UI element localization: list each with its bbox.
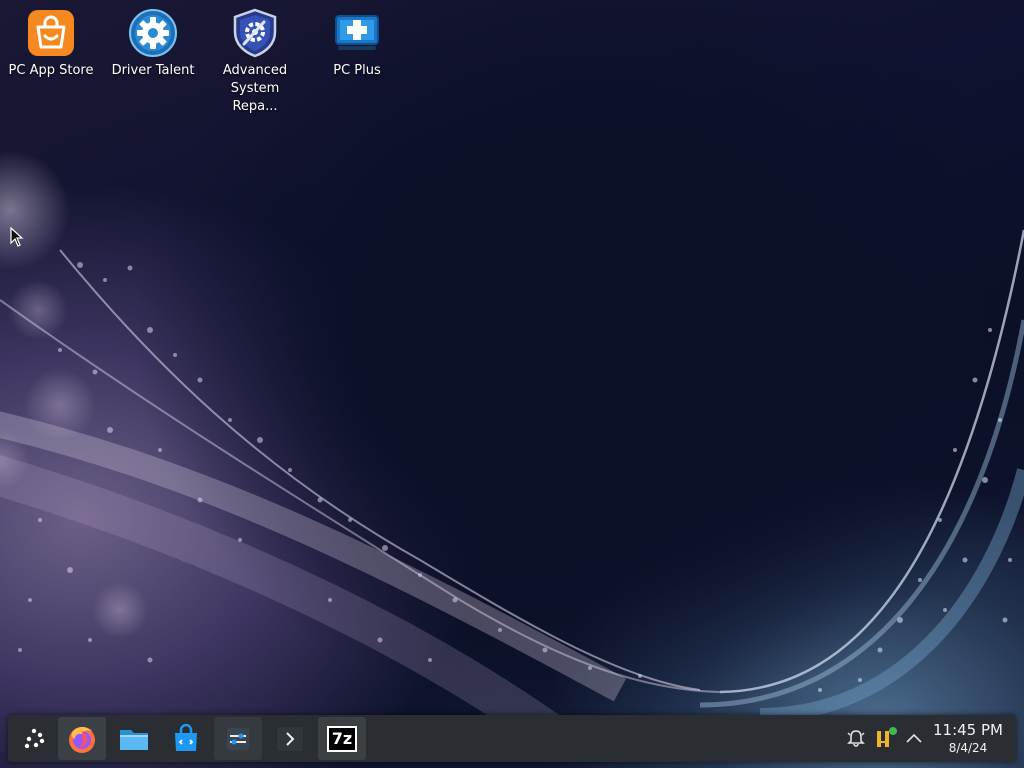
- clock-time: 11:45 PM: [933, 721, 1003, 739]
- bell-icon: [847, 730, 865, 747]
- 7zip-icon: 7z: [327, 725, 357, 752]
- taskbar-system-settings-button[interactable]: [214, 717, 262, 760]
- wallpaper: [0, 150, 1024, 757]
- desktop-icon-pc-plus[interactable]: PC Plus: [307, 2, 407, 80]
- desktop-icon-label: Advanced System Repa...: [222, 63, 288, 114]
- taskbar-7zip-button[interactable]: 7z: [318, 717, 366, 760]
- desktop[interactable]: PC App Store Driver Talent Advanced Syst…: [0, 0, 1024, 768]
- taskbar-discover-button[interactable]: [162, 717, 210, 760]
- chevron-up-icon: [906, 733, 922, 743]
- desktop-icon-label: PC Plus: [333, 63, 381, 78]
- launcher-icon: [24, 728, 45, 748]
- taskbar-terminal-button[interactable]: [266, 717, 314, 760]
- updates-icon: [877, 727, 897, 747]
- settings-sliders-icon: [227, 727, 249, 750]
- tray-update-notifier[interactable]: [874, 725, 898, 751]
- store-bag-icon: [175, 723, 197, 751]
- desktop-icon-label: Driver Talent: [111, 63, 195, 78]
- taskbar-firefox-button[interactable]: [58, 717, 106, 760]
- desktop-icon-advanced-system-repair[interactable]: Advanced System Repa...: [205, 2, 305, 116]
- terminal-icon: [277, 726, 303, 751]
- tray-notifications[interactable]: [844, 725, 868, 751]
- desktop-icon-driver-talent[interactable]: Driver Talent: [103, 2, 203, 80]
- monitor-plus-icon: [335, 15, 379, 50]
- taskbar-file-manager-button[interactable]: [110, 717, 158, 760]
- shopping-bag-icon: [28, 10, 74, 56]
- digital-clock[interactable]: 11:45 PM 8/4/24: [928, 721, 1008, 756]
- taskbar: 7z 11:45 PM 8/4/24: [8, 715, 1016, 762]
- folder-icon: [120, 729, 148, 750]
- gear-icon: [129, 9, 177, 57]
- firefox-icon: [69, 726, 95, 753]
- tray-show-hidden-icons[interactable]: [902, 725, 926, 751]
- 7zip-icon-text: 7z: [331, 728, 353, 748]
- desktop-icon-pc-app-store[interactable]: PC App Store: [1, 2, 101, 80]
- clock-date: 8/4/24: [948, 741, 988, 755]
- shield-gear-icon: [233, 8, 277, 58]
- mouse-cursor-icon: [10, 227, 24, 247]
- desktop-icon-label: PC App Store: [8, 63, 94, 78]
- application-launcher-button[interactable]: [10, 717, 58, 760]
